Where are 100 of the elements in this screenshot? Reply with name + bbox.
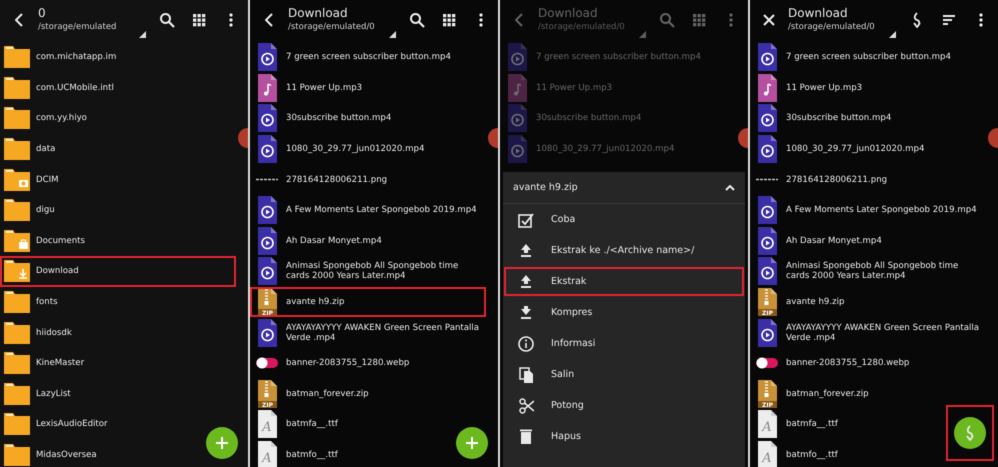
menu-label: Ekstrak ke ./<Archive name>/	[551, 244, 694, 258]
trash-icon	[520, 429, 532, 444]
menu-item[interactable]: Kompres	[503, 297, 745, 328]
folder-path: /storage/emulated/0	[288, 21, 375, 34]
list-row[interactable]: Animasi Spongebob All Spongebob time cards 2000 Years Later.mp4	[750, 256, 986, 287]
list-row[interactable]: banner-2083755_1280.webp	[250, 348, 414, 379]
list-row[interactable]: 11 Power Up.mp3	[250, 72, 366, 104]
file-name: 278164128006211.png	[786, 174, 888, 185]
list-row[interactable]: LazyList	[0, 378, 75, 410]
back-icon[interactable]	[265, 13, 273, 27]
list-row[interactable]: Animasi Spongebob All Spongebob time cards 2000 Years Later.mp4	[250, 256, 486, 287]
music-file-icon	[507, 74, 527, 102]
list-row[interactable]: A batmfa__.ttf	[250, 409, 342, 440]
video-file-icon	[757, 135, 777, 164]
floating-action-button[interactable]	[206, 427, 238, 459]
file-name: 1080_30_29.77_jun012020.mp4	[786, 144, 924, 154]
file-name: com.yy.hiyo	[36, 113, 87, 124]
list-row[interactable]: 278164128006211.png	[750, 164, 892, 195]
list-row[interactable]: 1080_30_29.77_jun012020.mp4	[250, 134, 428, 164]
floating-action-button[interactable]	[456, 427, 488, 459]
file-name: A Few Moments Later Spongebob 2019.mp4	[286, 205, 477, 216]
sort-icon[interactable]	[943, 14, 955, 26]
list-row[interactable]: A Few Moments Later Spongebob 2019.mp4	[750, 194, 981, 226]
grid-icon[interactable]	[192, 14, 206, 26]
highlighted-row[interactable]: Download	[0, 256, 236, 287]
list-row[interactable]: AYAYAYAYYYY AWAKEN Green Screen Pantalla Verde .mp4	[750, 317, 986, 348]
folder-icon	[4, 76, 30, 99]
folder-icon	[4, 107, 30, 130]
menu-item[interactable]: Informasi	[503, 328, 745, 360]
image-thumbnail-icon	[756, 178, 778, 182]
font-file-icon: A	[757, 410, 777, 438]
grid-icon[interactable]	[442, 14, 456, 26]
file-name: 30subscribe button.mp4	[786, 113, 892, 124]
close-icon[interactable]	[763, 14, 775, 26]
list-row[interactable]: AYAYAYAYYYY AWAKEN Green Screen Pantalla Verde .mp4	[250, 317, 486, 348]
list-row[interactable]: com.yy.hiyo	[0, 103, 91, 134]
list-row[interactable]: com.UCMobile.intl	[0, 72, 118, 104]
list-row[interactable]: 11 Power Up.mp3	[750, 72, 866, 104]
video-file-icon	[757, 318, 777, 347]
music-file-icon	[757, 74, 777, 102]
extract-icon[interactable]	[912, 12, 922, 28]
list-row[interactable]: 30subscribe button.mp4	[750, 103, 896, 134]
list-row[interactable]: Ah Dasar Monyet.mp4	[250, 226, 386, 256]
list-row[interactable]: com.michatapp.im	[0, 42, 120, 73]
file-name: batman_forever.zip	[286, 388, 369, 399]
list-row[interactable]: 7 green screen subscriber button.mp4	[750, 42, 955, 73]
list-row[interactable]: 278164128006211.png	[250, 164, 392, 195]
menu-label: Informasi	[551, 336, 596, 351]
file-name: Download	[36, 266, 79, 276]
back-icon[interactable]	[15, 13, 23, 27]
file-name: LazyList	[36, 388, 71, 399]
list-row[interactable]: A Few Moments Later Spongebob 2019.mp4	[250, 194, 481, 226]
video-file-icon	[757, 196, 777, 224]
list-row[interactable]: hiidosdk	[0, 317, 76, 348]
list-row[interactable]: MidasOversea	[0, 440, 101, 467]
menu-item[interactable]: Hapus	[503, 421, 745, 452]
menu-label: Coba	[551, 212, 576, 227]
list-row[interactable]: banner-2083755_1280.webp	[750, 348, 914, 379]
search-icon[interactable]	[160, 12, 174, 28]
menu-item[interactable]: Potong	[503, 390, 745, 422]
file-name: 7 green screen subscriber button.mp4	[786, 52, 951, 62]
more-icon[interactable]	[479, 13, 483, 27]
file-name: banner-2083755_1280.webp	[286, 358, 410, 368]
folder-icon	[4, 322, 30, 344]
floating-action-button[interactable]	[954, 417, 986, 449]
menu-item[interactable]: Salin	[503, 359, 745, 390]
list-row[interactable]: A batmfa__.ttf	[750, 409, 842, 440]
list-row[interactable]: Ah Dasar Monyet.mp4	[750, 226, 886, 256]
list-row[interactable]: data	[0, 134, 60, 164]
folder-title: Download	[788, 6, 848, 22]
list-row[interactable]: KineMaster	[0, 348, 88, 379]
folder-icon	[4, 352, 30, 374]
list-row[interactable]: A batmfo__.ttf	[250, 440, 342, 467]
scissors-icon	[518, 398, 534, 414]
folder-title: 0	[38, 6, 46, 22]
list-row[interactable]: digu	[0, 194, 59, 226]
menu-item[interactable]: Ekstrak ke ./<Archive name>/	[503, 235, 745, 266]
more-icon[interactable]	[979, 13, 983, 27]
file-name: AYAYAYAYYYY AWAKEN Green Screen Pantalla Verde .mp4	[786, 322, 980, 343]
menu-item[interactable]: Coba	[503, 204, 745, 236]
list-row[interactable]: 30subscribe button.mp4	[250, 103, 396, 134]
list-row[interactable]: Documents	[0, 226, 89, 256]
folder-icon	[4, 230, 30, 252]
list-row[interactable]: A batmfo__.ttf	[750, 440, 842, 467]
list-row[interactable]: LexisAudioEditor	[0, 409, 112, 440]
collapse-icon[interactable]	[725, 184, 735, 191]
sheet-title: avante h9.zip	[513, 180, 578, 195]
list-row[interactable]: 7 green screen subscriber button.mp4	[250, 42, 455, 73]
file-name: 11 Power Up.mp3	[536, 82, 612, 93]
file-name: 30subscribe button.mp4	[286, 113, 392, 124]
file-name: 1080_30_29.77_jun012020.mp4	[286, 144, 424, 154]
file-name: 278164128006211.png	[286, 174, 388, 185]
highlighted-menu-item[interactable]: Ekstrak	[503, 266, 745, 298]
list-row[interactable]: DCIM	[0, 164, 63, 195]
search-icon[interactable]	[410, 12, 424, 28]
video-file-icon	[257, 257, 277, 286]
list-row[interactable]: fonts	[0, 286, 62, 318]
folder-icon	[4, 138, 30, 160]
list-row[interactable]: 1080_30_29.77_jun012020.mp4	[750, 134, 928, 164]
more-icon[interactable]	[229, 13, 233, 27]
